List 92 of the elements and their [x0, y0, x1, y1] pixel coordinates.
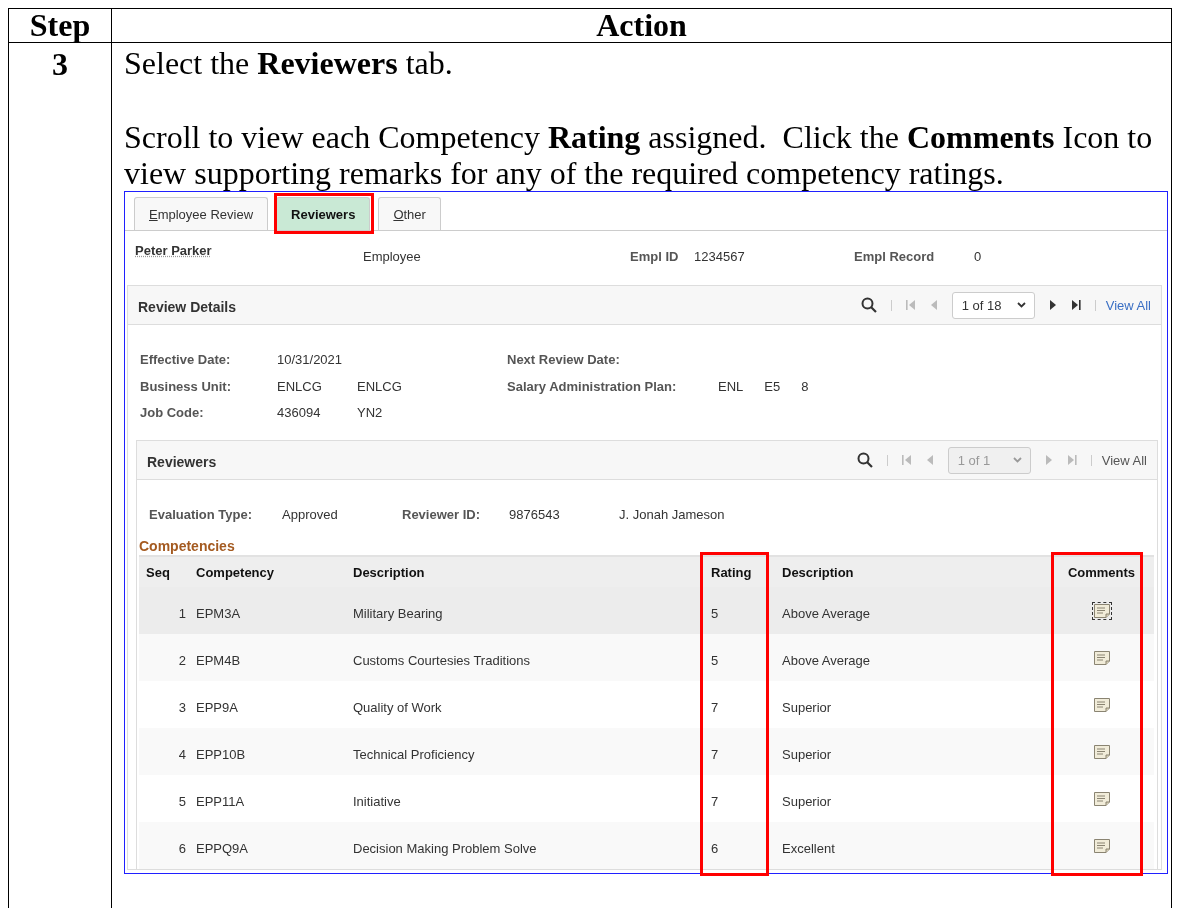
- table-cell: 6: [139, 822, 189, 869]
- table-cell: EPP9A: [189, 681, 346, 728]
- table-cell: Quality of Work: [346, 681, 704, 728]
- note-icon[interactable]: [1093, 604, 1110, 619]
- table-cell: 5: [704, 587, 775, 634]
- table-cell: 7: [704, 775, 775, 822]
- note-icon[interactable]: [1093, 698, 1110, 713]
- note-icon[interactable]: [1093, 792, 1110, 807]
- field-value: 9876543: [509, 507, 561, 524]
- table-cell: Superior: [775, 775, 1049, 822]
- table-cell: 4: [139, 728, 189, 775]
- view-all-link[interactable]: View All: [1105, 297, 1151, 313]
- field-label: Salary Administration Plan:: [507, 378, 677, 394]
- column-header: Rating: [704, 556, 775, 587]
- table-cell: Decision Making Problem Solve: [346, 822, 704, 869]
- employee-name-link[interactable]: Peter Parker: [135, 243, 212, 258]
- panel-title: Review Details: [138, 298, 237, 315]
- table-cell: 6: [704, 822, 775, 869]
- table-cell: EPM3A: [189, 587, 346, 634]
- table-cell: Customs Courtesies Traditions: [346, 634, 704, 681]
- instruction-text: Scroll to view each Competency Rating assigned. Click the Comments Icon to view supporting remarks for any of the required competency ratings.: [124, 119, 1154, 191]
- panel-title: Reviewers: [147, 453, 217, 470]
- field-value: J. Jonah Jameson: [619, 507, 726, 524]
- table-cell: EPP10B: [189, 728, 346, 775]
- tab[interactable]: Other: [378, 197, 441, 230]
- column-header: Comments: [1049, 556, 1154, 587]
- table-cell: Excellent: [775, 822, 1049, 869]
- chevron-down-icon: [1016, 302, 1026, 308]
- column-header: Seq: [139, 556, 189, 587]
- employee-role: Employee: [363, 249, 422, 264]
- last-page-icon[interactable]: [1070, 299, 1081, 311]
- page-select[interactable]: 1 of 18: [951, 291, 1035, 319]
- column-header: Step: [29, 7, 91, 43]
- field-value: 0: [974, 249, 983, 264]
- field-value: E5: [764, 378, 781, 396]
- previous-icon[interactable]: [929, 299, 938, 311]
- field-value: ENLCG: [357, 378, 403, 396]
- table-cell: EPP11A: [189, 775, 346, 822]
- column-header: Action: [596, 7, 687, 43]
- field-value: YN2: [357, 405, 384, 422]
- field-label: Business Unit:: [140, 378, 232, 396]
- table-cell: Superior: [775, 728, 1049, 775]
- instruction-text: Select the Reviewers tab.: [124, 45, 454, 81]
- table-cell: Superior: [775, 681, 1049, 728]
- table-cell: 2: [139, 634, 189, 681]
- note-icon[interactable]: [1093, 651, 1110, 666]
- table-cell: Above Average: [775, 634, 1049, 681]
- table-row[interactable]: 2 EPM4B Customs Courtesies Traditions 5 Above Average: [139, 634, 1154, 681]
- field-value: 10/31/2021: [277, 352, 344, 369]
- note-icon[interactable]: [1093, 839, 1110, 854]
- table-cell: 5: [704, 634, 775, 681]
- table-cell: 3: [139, 681, 189, 728]
- tab[interactable]: Employee Review: [134, 197, 269, 230]
- field-label: Evaluation Type:: [149, 507, 254, 524]
- field-label: Effective Date:: [140, 352, 232, 369]
- step-number: 3: [52, 46, 68, 82]
- field-label: Next Review Date:: [507, 352, 620, 367]
- field-label: Empl ID: [630, 249, 680, 264]
- column-header: Competency: [189, 556, 346, 587]
- table-cell: Initiative: [346, 775, 704, 822]
- note-icon[interactable]: [1093, 745, 1110, 760]
- table-cell: 7: [704, 728, 775, 775]
- table-cell: Military Bearing: [346, 587, 704, 634]
- column-header: Description: [775, 556, 1049, 587]
- tab[interactable]: Reviewers: [276, 197, 371, 230]
- first-page-icon[interactable]: [905, 299, 916, 311]
- field-value: 436094: [277, 405, 322, 422]
- table-row[interactable]: 1 EPM3A Military Bearing 5 Above Average: [139, 587, 1154, 634]
- field-label: Reviewer ID:: [402, 507, 482, 524]
- table-row[interactable]: 4 EPP10B Technical Proficiency 7 Superior: [139, 728, 1154, 775]
- table-cell: 5: [139, 775, 189, 822]
- section-title: Competencies: [138, 537, 236, 555]
- field-value: Approved: [282, 507, 339, 524]
- table-row[interactable]: 5 EPP11A Initiative 7 Superior: [139, 775, 1154, 822]
- search-icon[interactable]: [860, 297, 877, 313]
- field-label: Empl Record: [854, 249, 936, 264]
- chevron-down-icon: [1012, 457, 1022, 463]
- next-icon[interactable]: [1048, 299, 1057, 311]
- column-header: Description: [346, 556, 704, 587]
- field-label: Job Code:: [140, 405, 205, 422]
- table-cell: Technical Proficiency: [346, 728, 704, 775]
- table-cell: EPPQ9A: [189, 822, 346, 869]
- field-value: 1234567: [694, 249, 746, 264]
- table-cell: EPM4B: [189, 634, 346, 681]
- field-value: ENL: [718, 378, 744, 396]
- table-row[interactable]: 6 EPPQ9A Decision Making Problem Solve 6 Excellent: [139, 822, 1154, 869]
- table-cell: 1: [139, 587, 189, 634]
- field-value: 8: [801, 378, 809, 396]
- table-cell: Above Average: [775, 587, 1049, 634]
- table-row[interactable]: 3 EPP9A Quality of Work 7 Superior: [139, 681, 1154, 728]
- field-value: ENLCG: [277, 378, 323, 396]
- table-cell: 7: [704, 681, 775, 728]
